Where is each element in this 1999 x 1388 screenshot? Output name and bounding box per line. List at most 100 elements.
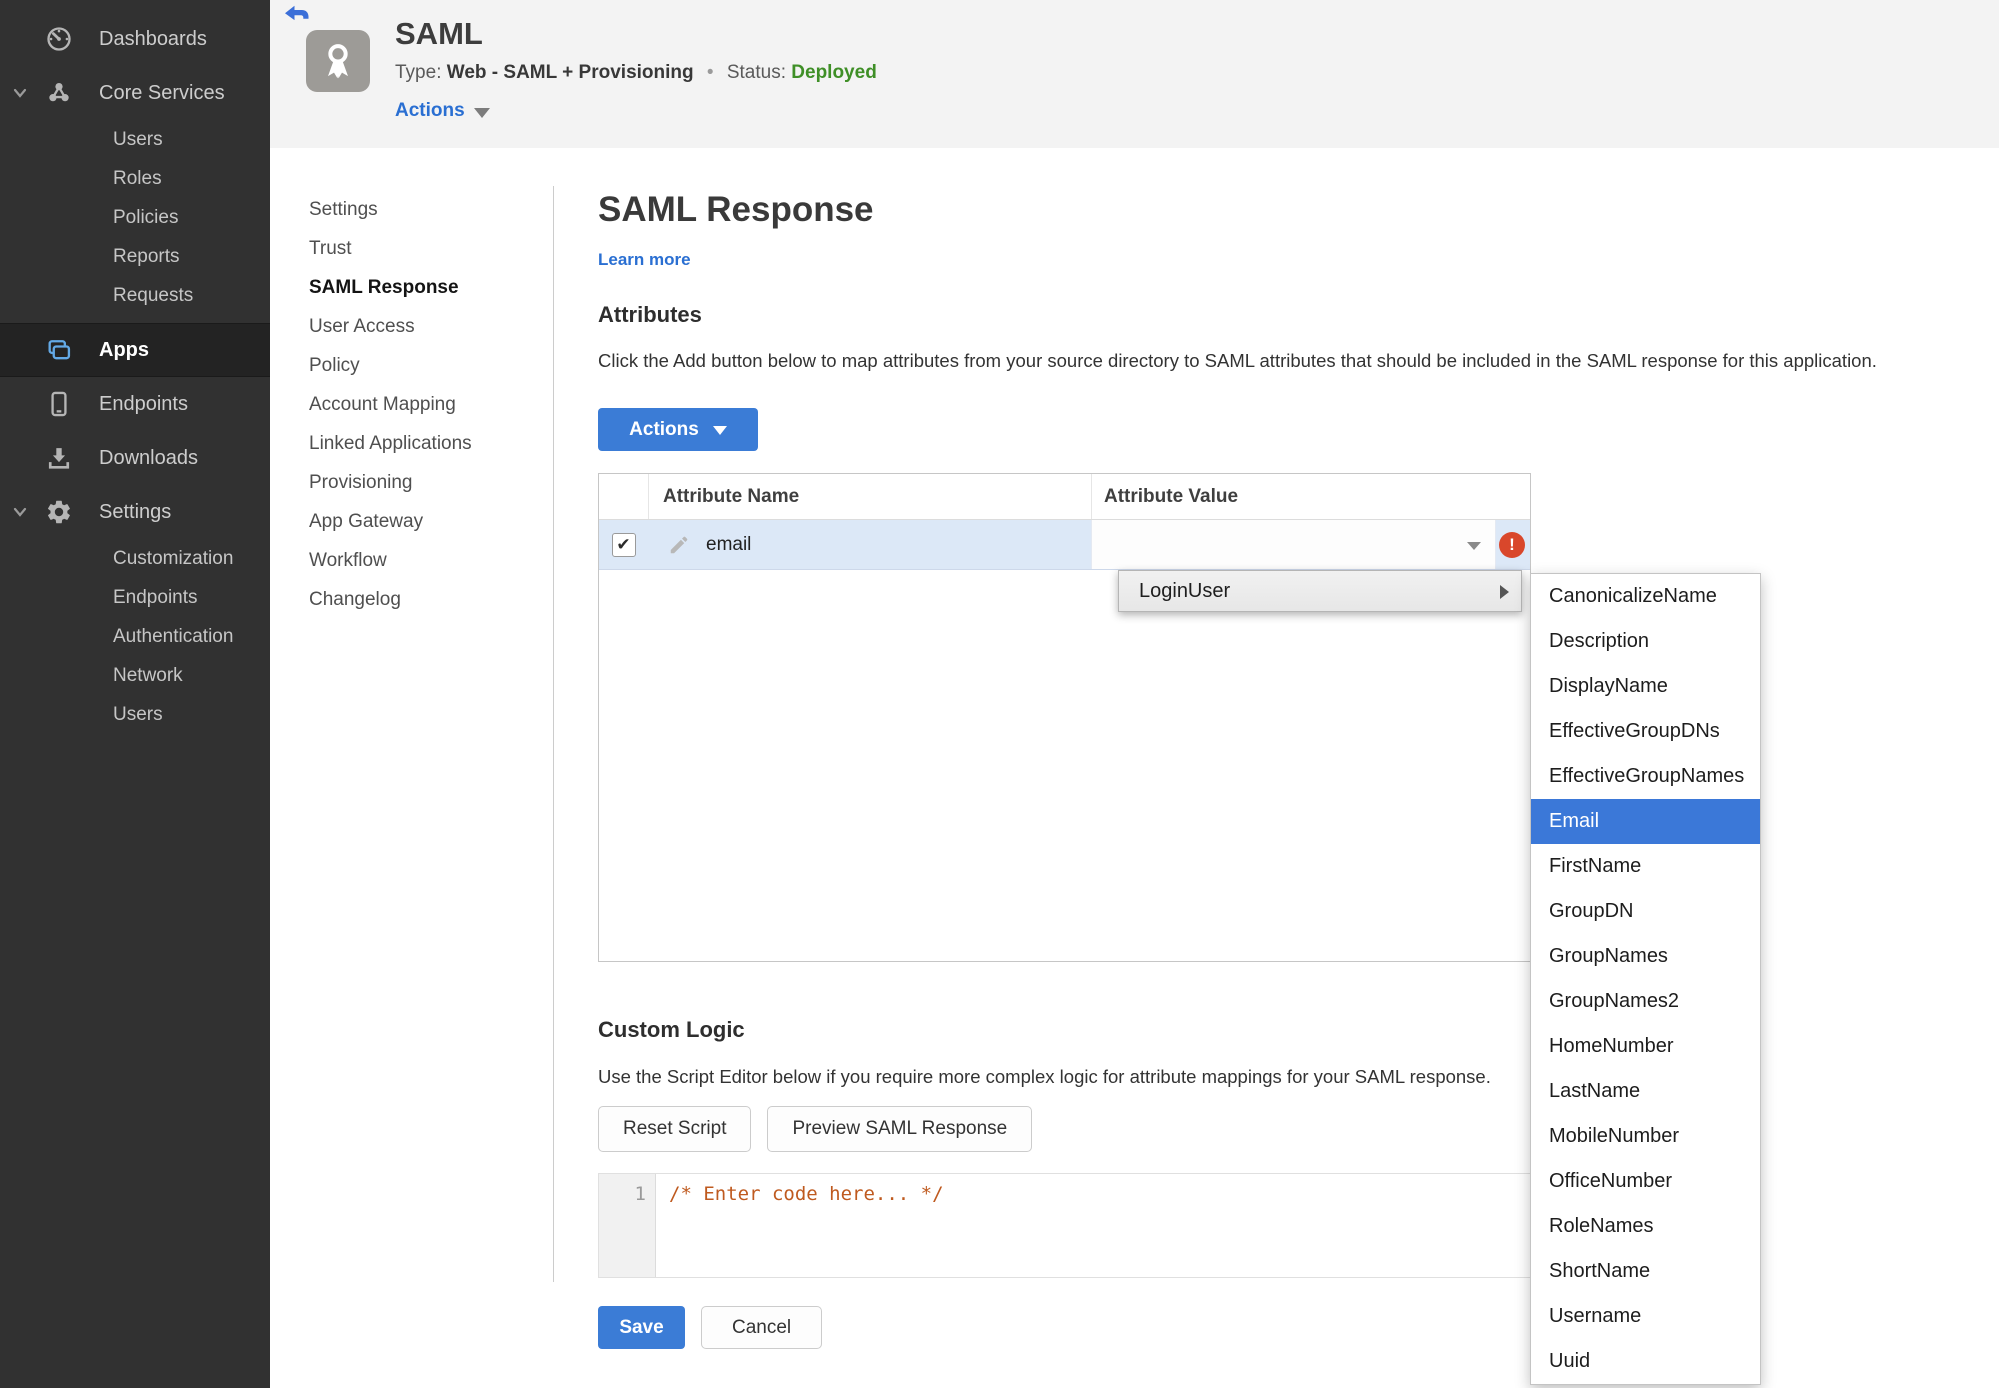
back-arrow-icon[interactable]	[284, 4, 310, 24]
subnav-item[interactable]: Changelog	[309, 580, 553, 619]
sidebar-item-settings-endpoints[interactable]: Endpoints	[0, 578, 270, 617]
sidebar-item-authentication[interactable]: Authentication	[0, 617, 270, 656]
app-logo	[306, 30, 370, 92]
attribute-option-label: CanonicalizeName	[1549, 585, 1717, 607]
sidebar-item-users[interactable]: Users	[0, 120, 270, 159]
cancel-button[interactable]: Cancel	[701, 1306, 823, 1349]
attribute-option[interactable]: MobileNumber	[1531, 1114, 1760, 1159]
loginuser-menu-label: LoginUser	[1139, 579, 1231, 602]
attribute-option-label: OfficeNumber	[1549, 1170, 1673, 1192]
attribute-option[interactable]: OfficeNumber	[1531, 1159, 1760, 1204]
subnav-item[interactable]: User Access	[309, 307, 553, 346]
sidebar-group-settings[interactable]: Settings	[0, 485, 270, 539]
attribute-name-column-header: Attribute Name	[648, 474, 1091, 519]
sidebar-item-dashboards[interactable]: Dashboards	[0, 12, 270, 66]
row-checkbox[interactable]: ✔	[611, 532, 636, 557]
attribute-value-dropdown[interactable]	[1091, 520, 1496, 569]
app-root: Dashboards Core Services Users Roles Pol…	[0, 0, 1999, 1388]
header-actions-menu[interactable]: Actions	[395, 100, 490, 122]
attribute-option[interactable]: GroupDN	[1531, 889, 1760, 934]
subnav-item-label: Linked Applications	[309, 432, 472, 454]
attribute-option[interactable]: LastName	[1531, 1069, 1760, 1114]
attribute-option[interactable]: RoleNames	[1531, 1204, 1760, 1249]
attribute-option[interactable]: FirstName	[1531, 844, 1760, 889]
sidebar-item-reports[interactable]: Reports	[0, 237, 270, 276]
sidebar-item-network[interactable]: Network	[0, 656, 270, 695]
subnav-item[interactable]: Provisioning	[309, 463, 553, 502]
sidebar-item-label: Customization	[113, 547, 234, 569]
subnav-item-label: SAML Response	[309, 276, 459, 298]
header-actions-label: Actions	[395, 100, 465, 121]
attribute-option[interactable]: CanonicalizeName	[1531, 574, 1760, 619]
attribute-option[interactable]: HomeNumber	[1531, 1024, 1760, 1069]
attribute-option-label: Username	[1549, 1305, 1642, 1327]
sidebar-group-core-services[interactable]: Core Services	[0, 66, 270, 120]
sidebar-item-customization[interactable]: Customization	[0, 539, 270, 578]
sidebar-item-label: Users	[113, 128, 163, 150]
sidebar-item-label: Roles	[113, 167, 162, 189]
sidebar-item-requests[interactable]: Requests	[0, 276, 270, 315]
attribute-option[interactable]: DisplayName	[1531, 664, 1760, 709]
apps-icon	[48, 340, 71, 360]
attribute-option-label: FirstName	[1549, 855, 1642, 877]
subnav-item[interactable]: SAML Response	[309, 268, 553, 307]
subnav-item-label: Settings	[309, 198, 378, 220]
attribute-option[interactable]: Description	[1531, 619, 1760, 664]
subnav-item[interactable]: Linked Applications	[309, 424, 553, 463]
attribute-option-label: LastName	[1549, 1080, 1641, 1102]
preview-saml-response-button[interactable]: Preview SAML Response	[767, 1106, 1033, 1152]
caret-down-icon	[1467, 542, 1481, 550]
value-source-menu-loginuser[interactable]: LoginUser	[1118, 570, 1522, 612]
sidebar-item-downloads[interactable]: Downloads	[0, 431, 270, 485]
subnav-item[interactable]: Policy	[309, 346, 553, 385]
learn-more-link[interactable]: Learn more	[598, 250, 691, 270]
attribute-option[interactable]: EffectiveGroupDNs	[1531, 709, 1760, 754]
subnav-item[interactable]: Account Mapping	[309, 385, 553, 424]
sidebar-item-apps[interactable]: Apps	[0, 323, 270, 377]
attribute-option[interactable]: ShortName	[1531, 1249, 1760, 1294]
endpoints-phone-icon	[51, 391, 67, 417]
attribute-option-label: HomeNumber	[1549, 1035, 1674, 1057]
app-header: SAML Type: Web - SAML + Provisioning • S…	[270, 0, 1999, 148]
reset-script-button[interactable]: Reset Script	[598, 1106, 752, 1152]
attribute-option[interactable]: GroupNames2	[1531, 979, 1760, 1024]
chevron-down-icon[interactable]	[13, 507, 27, 517]
attribute-option[interactable]: Email	[1531, 799, 1760, 844]
attribute-option[interactable]: GroupNames	[1531, 934, 1760, 979]
sidebar-item-endpoints[interactable]: Endpoints	[0, 377, 270, 431]
subnav-item[interactable]: Settings	[309, 190, 553, 229]
sidebar-item-label: Network	[113, 664, 183, 686]
form-footer: Save Cancel	[598, 1306, 823, 1349]
subnav-item-label: Workflow	[309, 549, 387, 571]
editor-code-area[interactable]: /* Enter code here... */	[656, 1174, 1530, 1277]
subnav-item[interactable]: Workflow	[309, 541, 553, 580]
attribute-name-cell: email	[648, 520, 1091, 569]
subnav-item-label: User Access	[309, 315, 415, 337]
sidebar-item-roles[interactable]: Roles	[0, 159, 270, 198]
error-zone: !	[1496, 520, 1530, 569]
attribute-option[interactable]: EffectiveGroupNames	[1531, 754, 1760, 799]
sidebar-item-policies[interactable]: Policies	[0, 198, 270, 237]
chevron-down-icon[interactable]	[13, 88, 27, 98]
meta-separator: •	[706, 62, 714, 83]
attributes-actions-button[interactable]: Actions	[598, 408, 758, 451]
error-icon: !	[1499, 531, 1525, 558]
subnav-item[interactable]: Trust	[309, 229, 553, 268]
sidebar-item-label: Policies	[113, 206, 179, 228]
subnav-item-label: Policy	[309, 354, 360, 376]
attribute-value-cell: !	[1091, 520, 1530, 569]
sidebar-item-label: Settings	[99, 500, 172, 523]
line-number: 1	[634, 1183, 646, 1205]
edit-pencil-icon[interactable]	[668, 534, 690, 556]
subnav-item[interactable]: App Gateway	[309, 502, 553, 541]
row-select-cell: ✔	[599, 520, 648, 569]
attribute-option[interactable]: Username	[1531, 1294, 1760, 1339]
attribute-option-label: ShortName	[1549, 1260, 1651, 1282]
sidebar-item-label: Users	[113, 703, 163, 725]
attribute-option[interactable]: Uuid	[1531, 1339, 1760, 1384]
caret-down-icon	[473, 107, 490, 118]
attributes-table: Attribute Name Attribute Value ✔ email !	[598, 473, 1531, 962]
sidebar-item-settings-users[interactable]: Users	[0, 695, 270, 734]
subnav-item-label: Account Mapping	[309, 393, 456, 415]
save-button[interactable]: Save	[598, 1306, 685, 1349]
